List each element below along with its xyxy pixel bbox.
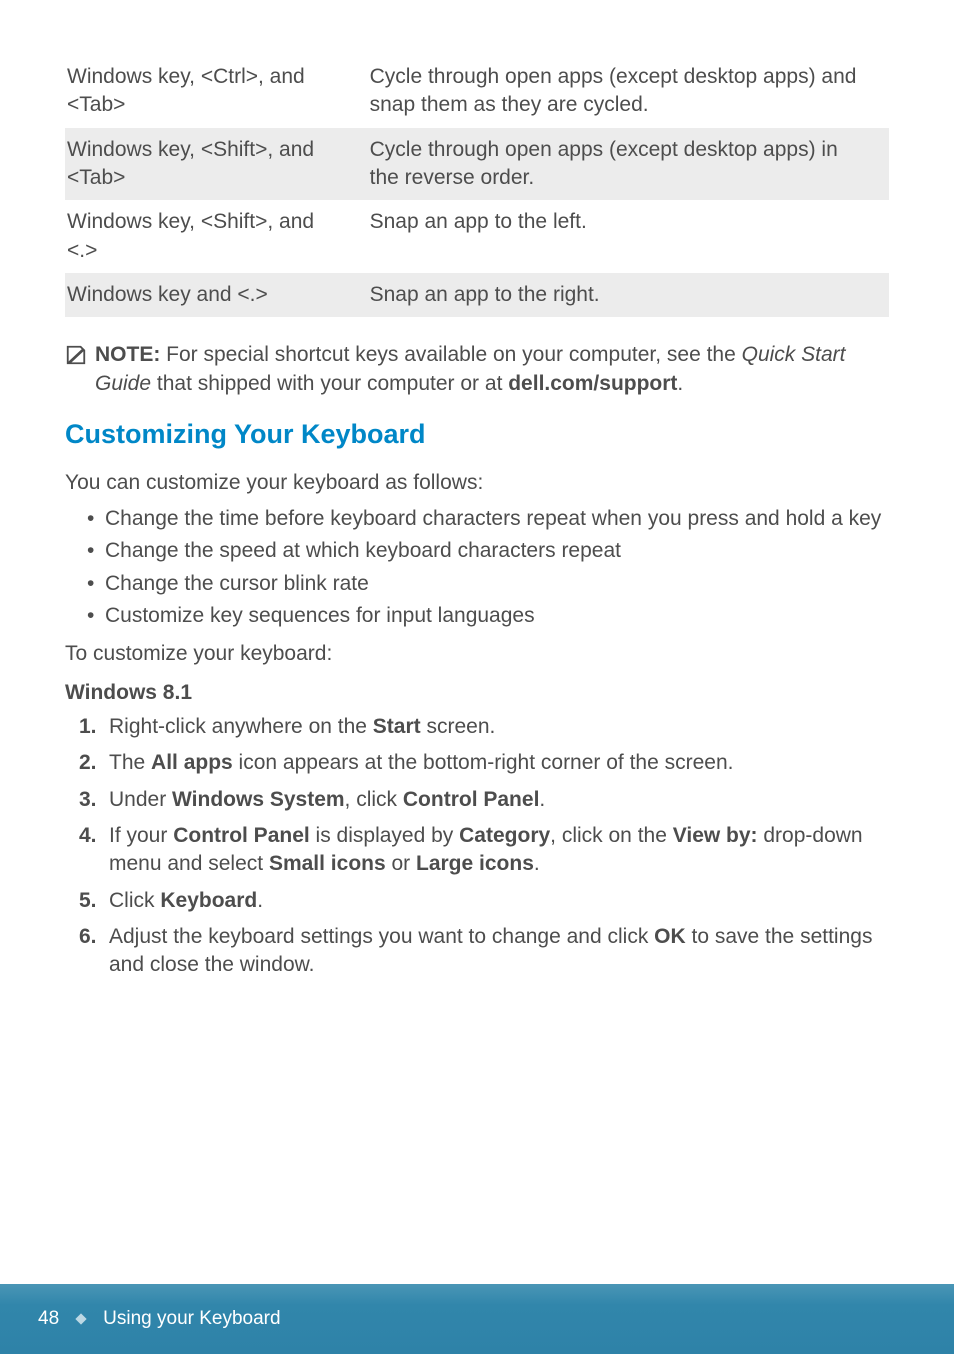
step-text: screen.	[421, 715, 496, 738]
shortcut-desc-cell: Snap an app to the right.	[362, 273, 889, 317]
step-text: Click	[109, 889, 160, 912]
step-bold: OK	[654, 925, 686, 948]
note-icon	[65, 344, 87, 366]
steps-list: 1. Right-click anywhere on the Start scre…	[65, 713, 889, 980]
step-number: 3.	[79, 786, 97, 814]
note-label: NOTE:	[95, 343, 160, 366]
shortcut-key-cell: Windows key, <Shift>, and <Tab>	[65, 128, 362, 201]
step-bold: Control Panel	[403, 788, 540, 811]
step-number: 5.	[79, 887, 97, 915]
step-item: 1.Right-click anywhere on the Start scre…	[93, 713, 889, 741]
step-item: 5.Click Keyboard.	[93, 887, 889, 915]
step-text: .	[539, 788, 545, 811]
step-item: 3.Under Windows System, click Control Pa…	[93, 786, 889, 814]
table-row: Windows key, <Shift>, and <.>Snap an app…	[65, 200, 889, 273]
step-text: .	[534, 852, 540, 875]
list-item: Change the speed at which keyboard chara…	[105, 537, 889, 565]
page-footer: 48 Using your Keyboard	[0, 1284, 954, 1354]
footer-title: Using your Keyboard	[103, 1306, 280, 1332]
step-text: is displayed by	[310, 824, 459, 847]
step-text: icon appears at the bottom-right corner …	[233, 751, 734, 774]
step-bold: All apps	[151, 751, 233, 774]
step-bold: Large icons	[416, 852, 534, 875]
shortcut-key-cell: Windows key and <.>	[65, 273, 362, 317]
table-row: Windows key and <.>Snap an app to the ri…	[65, 273, 889, 317]
intro-text: You can customize your keyboard as follo…	[65, 469, 889, 497]
step-text: If your	[109, 824, 173, 847]
step-bold: View by:	[673, 824, 758, 847]
step-item: 2.The All apps icon appears at the botto…	[93, 749, 889, 777]
step-bold: Category	[459, 824, 550, 847]
note-block: NOTE: For special shortcut keys availabl…	[65, 341, 889, 398]
step-bold: Windows System	[172, 788, 345, 811]
note-end: .	[677, 372, 683, 395]
step-number: 1.	[79, 713, 97, 741]
shortcut-key-cell: Windows key, <Ctrl>, and <Tab>	[65, 55, 362, 128]
shortcut-desc-cell: Cycle through open apps (except desktop …	[362, 55, 889, 128]
step-text: .	[257, 889, 263, 912]
list-item: Change the cursor blink rate	[105, 570, 889, 598]
note-part1: For special shortcut keys available on y…	[160, 343, 741, 366]
step-text: or	[386, 852, 416, 875]
page-number: 48	[38, 1306, 59, 1332]
shortcuts-table: Windows key, <Ctrl>, and <Tab>Cycle thro…	[65, 55, 889, 317]
step-text: Under	[109, 788, 172, 811]
step-number: 4.	[79, 822, 97, 850]
table-row: Windows key, <Shift>, and <Tab>Cycle thr…	[65, 128, 889, 201]
step-bold: Start	[373, 715, 421, 738]
shortcut-key-cell: Windows key, <Shift>, and <.>	[65, 200, 362, 273]
section-heading: Customizing Your Keyboard	[65, 416, 889, 452]
diamond-icon	[75, 1313, 86, 1324]
bullet-list: Change the time before keyboard characte…	[65, 505, 889, 630]
list-item: Change the time before keyboard characte…	[105, 505, 889, 533]
step-number: 2.	[79, 749, 97, 777]
page-content: Windows key, <Ctrl>, and <Tab>Cycle thro…	[0, 0, 954, 980]
step-text: Right-click anywhere on the	[109, 715, 373, 738]
step-bold: Control Panel	[173, 824, 310, 847]
shortcut-desc-cell: Snap an app to the left.	[362, 200, 889, 273]
customize-lead: To customize your keyboard:	[65, 640, 889, 668]
step-bold: Keyboard	[160, 889, 257, 912]
note-text: NOTE: For special shortcut keys availabl…	[95, 341, 889, 398]
step-text: , click	[345, 788, 403, 811]
shortcut-desc-cell: Cycle through open apps (except desktop …	[362, 128, 889, 201]
step-item: 4.If your Control Panel is displayed by …	[93, 822, 889, 879]
step-item: 6.Adjust the keyboard settings you want …	[93, 923, 889, 980]
list-item: Customize key sequences for input langua…	[105, 602, 889, 630]
step-number: 6.	[79, 923, 97, 951]
step-bold: Small icons	[269, 852, 386, 875]
step-text: , click on the	[550, 824, 673, 847]
step-text: Adjust the keyboard settings you want to…	[109, 925, 654, 948]
note-link: dell.com/support	[508, 372, 677, 395]
os-subheading: Windows 8.1	[65, 679, 889, 707]
step-text: The	[109, 751, 151, 774]
table-row: Windows key, <Ctrl>, and <Tab>Cycle thro…	[65, 55, 889, 128]
note-part2: that shipped with your computer or at	[151, 372, 508, 395]
